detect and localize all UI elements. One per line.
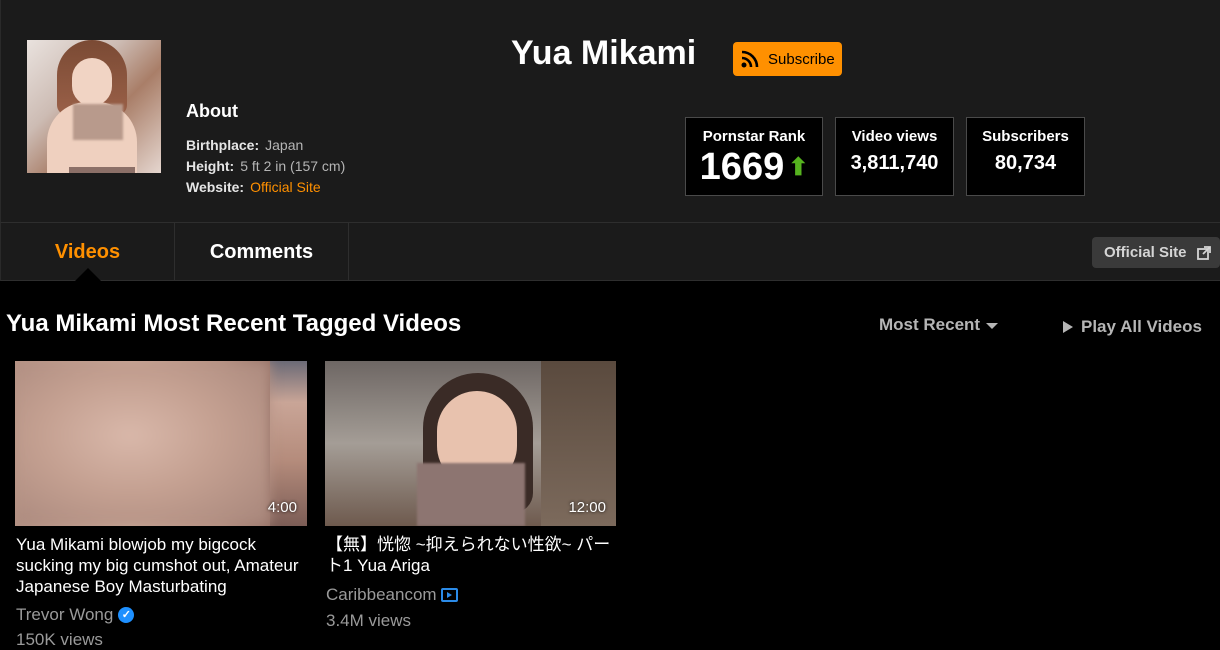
- verified-icon: ✓: [118, 607, 135, 623]
- rank-value: 1669: [699, 146, 785, 188]
- video-title[interactable]: 【無】恍惚 ~抑えられない性欲~ パート1 Yua Ariga: [326, 534, 626, 576]
- section-title: Yua Mikami Most Recent Tagged Videos: [6, 310, 462, 337]
- profile-header: About Birthplace: Japan Height: 5 ft 2 in …: [0, 0, 1220, 222]
- video-views: 150K views: [16, 630, 103, 649]
- channel-icon: [440, 588, 458, 602]
- uploader-link[interactable]: Caribbeancom: [326, 585, 458, 605]
- official-site-label: Official Site: [1104, 244, 1187, 261]
- rank-up-arrow-icon: ⬆: [788, 154, 809, 181]
- subscribers-value: 80,734: [994, 152, 1057, 174]
- subscribers-label: Subscribers: [982, 128, 1069, 145]
- uploader-name: Trevor Wong: [16, 605, 114, 624]
- official-site-button[interactable]: Official Site: [1092, 237, 1220, 268]
- external-link-icon: [1196, 245, 1211, 260]
- sort-label: Most Recent: [879, 315, 981, 334]
- video-thumbnail[interactable]: 4:00: [15, 361, 307, 526]
- page-title: Yua Mikami: [511, 34, 697, 72]
- birthplace-label: Birthplace:: [186, 137, 260, 153]
- profile-tabs: Videos Comments: [0, 222, 1220, 281]
- profile-avatar[interactable]: [27, 40, 161, 173]
- video-thumbnail[interactable]: 12:00: [325, 361, 616, 526]
- play-all-label: Play All Videos: [1081, 317, 1202, 336]
- subscribe-button[interactable]: Subscribe: [733, 42, 842, 76]
- video-title[interactable]: Yua Mikami blowjob my bigcock sucking my…: [16, 534, 316, 597]
- video-views: 3.4M views: [326, 611, 412, 630]
- views-value: 3,811,740: [850, 152, 939, 174]
- height-label: Height:: [186, 158, 235, 174]
- video-duration: 4:00: [267, 499, 297, 516]
- height-value: 5 ft 2 in (157 cm): [240, 158, 346, 174]
- about-heading: About: [186, 101, 238, 121]
- website-label: Website:: [186, 179, 245, 195]
- birthplace-value: Japan: [265, 137, 304, 153]
- website-link[interactable]: Official Site: [250, 179, 321, 195]
- tab-comments[interactable]: Comments: [175, 223, 349, 281]
- uploader-name: Caribbeancom: [326, 585, 437, 604]
- video-duration: 12:00: [568, 499, 606, 516]
- uploader-link[interactable]: Trevor Wong ✓: [16, 605, 135, 625]
- play-icon: [1063, 321, 1073, 333]
- rank-stat: Pornstar Rank 1669 ⬆: [685, 117, 823, 196]
- censor-block: [69, 167, 135, 173]
- views-label: Video views: [851, 128, 938, 145]
- censor-block: [15, 361, 270, 526]
- active-tab-indicator: [75, 268, 101, 281]
- rank-label: Pornstar Rank: [702, 128, 806, 145]
- sort-dropdown[interactable]: Most Recent: [879, 315, 999, 335]
- play-all-button[interactable]: Play All Videos: [1063, 317, 1202, 337]
- censor-block: [417, 463, 525, 526]
- website-row: Website: Official Site: [186, 179, 321, 195]
- censor-block: [73, 104, 123, 140]
- rss-icon: [741, 50, 759, 68]
- views-stat: Video views 3,811,740: [835, 117, 954, 196]
- height-row: Height: 5 ft 2 in (157 cm): [186, 158, 345, 174]
- birthplace-row: Birthplace: Japan: [186, 137, 303, 153]
- subscribers-stat: Subscribers 80,734: [966, 117, 1085, 196]
- chevron-down-icon: [986, 322, 999, 329]
- subscribe-label: Subscribe: [768, 50, 835, 68]
